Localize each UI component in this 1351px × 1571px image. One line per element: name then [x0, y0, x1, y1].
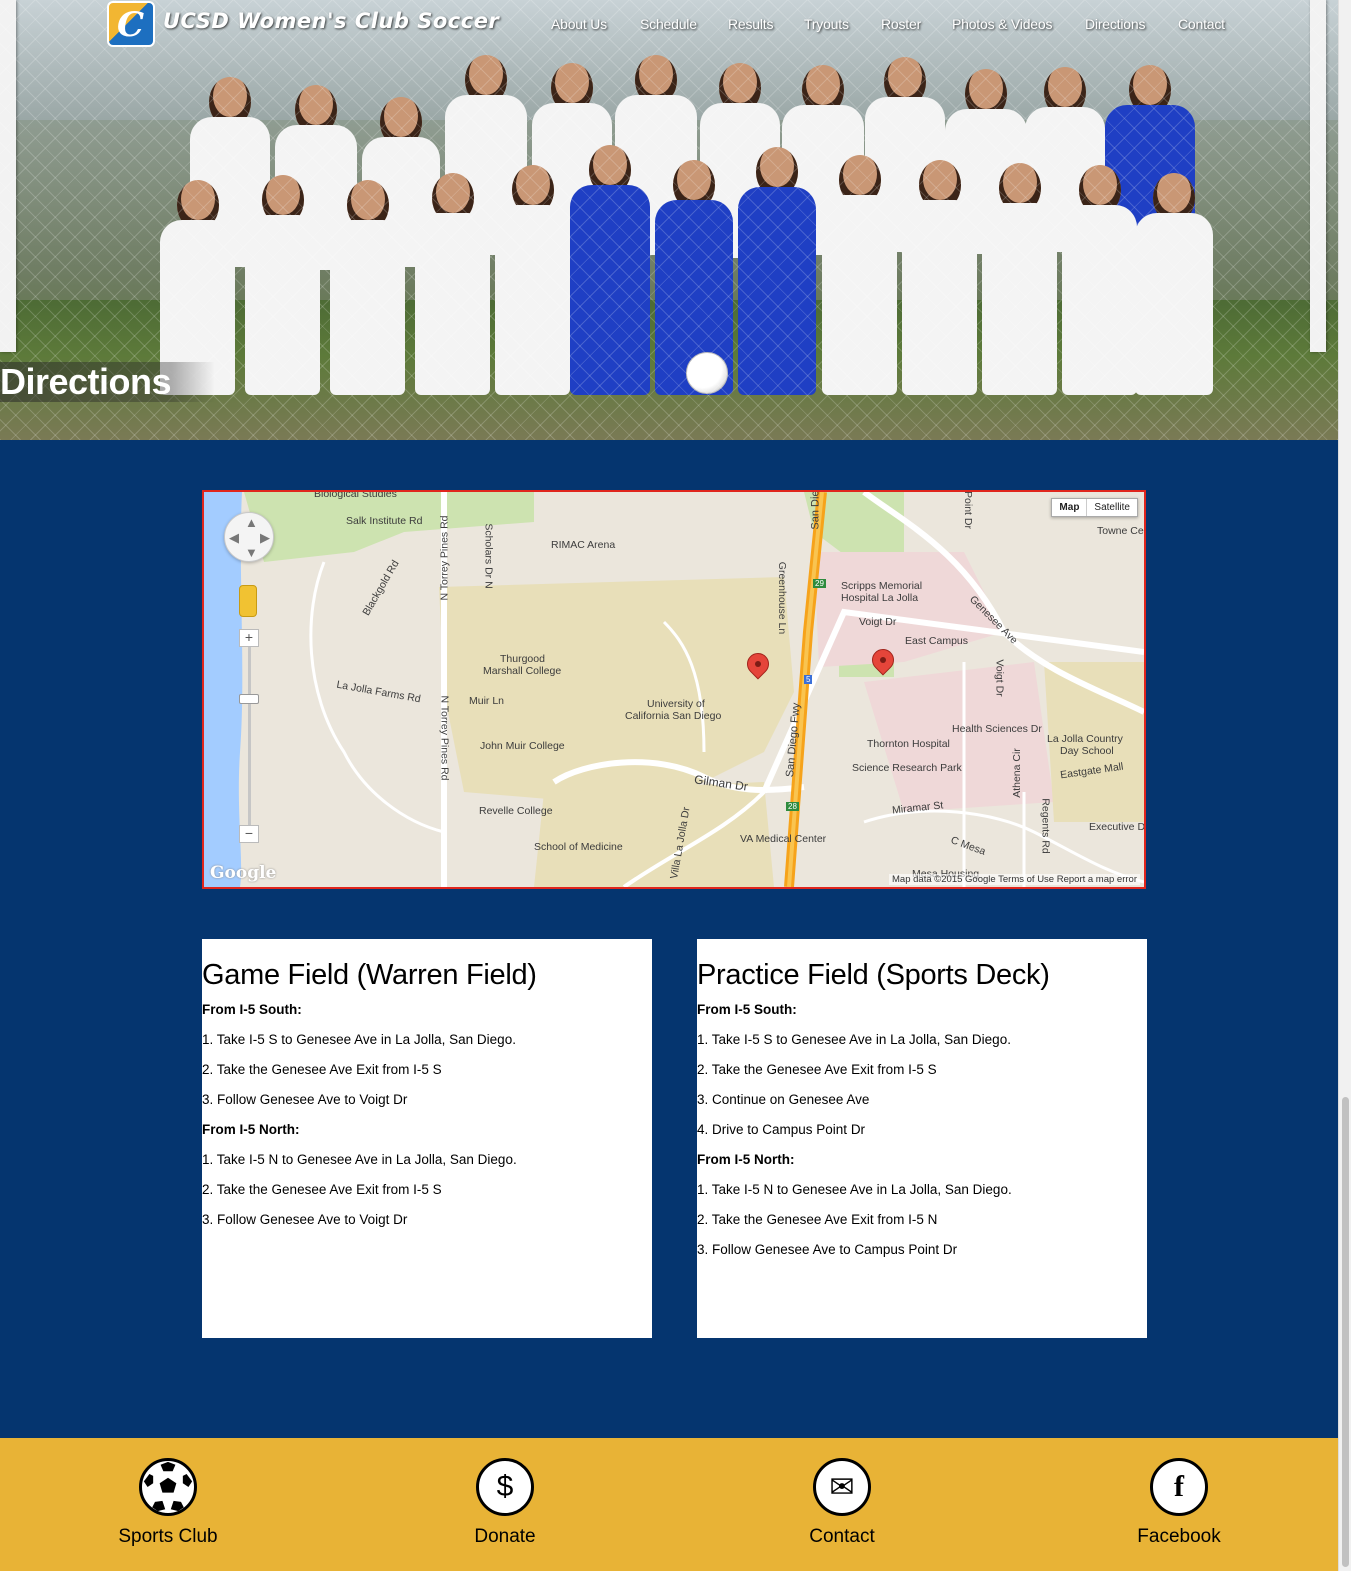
map-label: University of: [647, 698, 705, 710]
nav-schedule[interactable]: Schedule: [640, 16, 697, 32]
nav-contact[interactable]: Contact: [1178, 16, 1225, 32]
scrollbar-thumb[interactable]: [1342, 1097, 1349, 1567]
footer-label[interactable]: Contact: [732, 1526, 952, 1548]
map-label: Towne Cen: [1097, 525, 1146, 537]
nav-tryouts[interactable]: Tryouts: [804, 16, 849, 32]
direction-step: 3. Continue on Genesee Ave: [697, 1092, 870, 1107]
map-label: Thurgood: [500, 653, 545, 665]
direction-step: 2. Take the Genesee Ave Exit from I-5 S: [697, 1062, 937, 1077]
map-label: Muir Ln: [469, 695, 505, 707]
map-label: Point Dr: [961, 491, 974, 529]
map-label: VA Medical Center: [740, 833, 827, 845]
direction-step: 1. Take I-5 N to Genesee Ave in La Jolla…: [202, 1152, 517, 1167]
route-28-shield: 28: [786, 802, 799, 811]
soccer-ball-icon[interactable]: [139, 1458, 197, 1516]
map-label: John Muir College: [480, 740, 565, 752]
nav-directions[interactable]: Directions: [1085, 16, 1145, 32]
practice-field-card: Practice Field (Sports Deck) From I-5 So…: [697, 939, 1147, 1338]
map-label: Voigt Dr: [993, 659, 1006, 697]
direction-step: 3. Follow Genesee Ave to Voigt Dr: [202, 1212, 408, 1227]
nav-photos-videos[interactable]: Photos & Videos: [952, 16, 1052, 32]
direction-step: 4. Drive to Campus Point Dr: [697, 1122, 866, 1137]
zoom-slider-track[interactable]: [248, 639, 251, 834]
direction-step: 3. Follow Genesee Ave to Campus Point Dr: [697, 1242, 958, 1257]
zoom-slider-thumb[interactable]: [239, 694, 259, 704]
map-label: Hospital La Jolla: [841, 592, 919, 604]
page-title: Directions: [0, 362, 216, 402]
main-nav: About Us Schedule Results Tryouts Roster…: [0, 16, 1338, 36]
pan-left-icon[interactable]: ◀: [229, 530, 239, 546]
game-field-title: Game Field (Warren Field): [202, 959, 537, 991]
nav-results[interactable]: Results: [728, 16, 773, 32]
dollar-icon[interactable]: $: [476, 1458, 534, 1516]
map-label: Science Research Park: [852, 762, 962, 774]
direction-step: 2. Take the Genesee Ave Exit from I-5 S: [202, 1062, 442, 1077]
footer-contact[interactable]: ✉ Contact: [732, 1458, 952, 1548]
direction-step: 1. Take I-5 S to Genesee Ave in La Jolla…: [697, 1032, 1011, 1047]
footer-sports-club[interactable]: Sports Club: [58, 1458, 278, 1548]
direction-step: 3. Follow Genesee Ave to Voigt Dr: [202, 1092, 408, 1107]
map-label: Scripps Memorial: [841, 580, 923, 592]
map-label: East Campus: [905, 635, 969, 647]
map-type-control: Map Satellite: [1051, 498, 1138, 517]
map-label: Regents Rd: [1039, 798, 1052, 854]
highway-5-shield: 5: [804, 675, 813, 684]
map-label: Revelle College: [479, 805, 553, 817]
footer-facebook[interactable]: f Facebook: [1069, 1458, 1289, 1548]
facebook-icon[interactable]: f: [1150, 1458, 1208, 1516]
pan-down-icon[interactable]: ▼: [245, 545, 258, 560]
pan-control[interactable]: ▲ ▼ ◀ ▶: [224, 512, 274, 562]
footer-label[interactable]: Donate: [395, 1526, 615, 1548]
footer-donate[interactable]: $ Donate: [395, 1458, 615, 1548]
google-map[interactable]: Biological Studies Salk Institute Rd RIM…: [202, 490, 1146, 889]
map-label: Marshall College: [483, 665, 562, 677]
map-label: Greenhouse Ln: [776, 561, 789, 635]
map-label: N Torrey Pines Rd: [438, 515, 451, 601]
hero-banner: C UCSD Women's Club Soccer About Us Sche…: [0, 0, 1338, 440]
route-29-shield: 29: [813, 579, 826, 588]
pan-right-icon[interactable]: ▶: [260, 530, 270, 546]
direction-step: 1. Take I-5 N to Genesee Ave in La Jolla…: [697, 1182, 1012, 1197]
footer-label[interactable]: Sports Club: [58, 1526, 278, 1548]
google-logo[interactable]: Google: [210, 863, 276, 883]
game-field-card: Game Field (Warren Field) From I-5 South…: [202, 939, 652, 1338]
direction-step: 2. Take the Genesee Ave Exit from I-5 S: [202, 1182, 442, 1197]
map-label: Athena Cir: [1010, 748, 1023, 798]
map-type-map-button[interactable]: Map: [1052, 499, 1088, 516]
map-label: School of Medicine: [534, 841, 623, 853]
nav-about-us[interactable]: About Us: [551, 16, 607, 32]
map-label: Thornton Hospital: [867, 738, 950, 750]
game-field-north-heading: From I-5 North:: [202, 1122, 300, 1137]
direction-step: 2. Take the Genesee Ave Exit from I-5 N: [697, 1212, 938, 1227]
footer-label[interactable]: Facebook: [1069, 1526, 1289, 1548]
map-label: N Torrey Pines Rd: [438, 695, 451, 781]
street-view-pegman-icon[interactable]: [239, 585, 257, 617]
practice-field-title: Practice Field (Sports Deck): [697, 959, 1050, 991]
map-label: Day School: [1060, 745, 1114, 757]
practice-field-north-heading: From I-5 North:: [697, 1152, 795, 1167]
zoom-in-button[interactable]: +: [239, 629, 259, 647]
game-field-south-heading: From I-5 South:: [202, 1002, 302, 1017]
practice-field-south-heading: From I-5 South:: [697, 1002, 797, 1017]
map-label: Biological Studies: [314, 490, 397, 500]
map-label: Voigt Dr: [859, 616, 897, 628]
page-scrollbar[interactable]: [1338, 0, 1351, 1571]
map-label: Salk Institute Rd: [346, 515, 423, 527]
direction-step: 1. Take I-5 S to Genesee Ave in La Jolla…: [202, 1032, 516, 1047]
map-label: San Die: [809, 490, 822, 530]
zoom-out-button[interactable]: −: [239, 825, 259, 843]
map-label: La Jolla Country: [1047, 733, 1123, 745]
pan-up-icon[interactable]: ▲: [245, 515, 258, 530]
map-label: Scholars Dr N: [482, 523, 495, 589]
map-label: RIMAC Arena: [551, 539, 616, 551]
map-attribution[interactable]: Map data ©2015 Google Terms of Use Repor…: [889, 874, 1140, 885]
site-footer: Sports Club $ Donate ✉ Contact f Faceboo…: [0, 1438, 1338, 1571]
nav-roster[interactable]: Roster: [881, 16, 921, 32]
map-label: California San Diego: [625, 710, 722, 722]
map-label: Executive Dr: [1089, 821, 1146, 833]
map-type-satellite-button[interactable]: Satellite: [1087, 499, 1137, 516]
map-label: Health Sciences Dr: [952, 723, 1042, 735]
envelope-icon[interactable]: ✉: [813, 1458, 871, 1516]
